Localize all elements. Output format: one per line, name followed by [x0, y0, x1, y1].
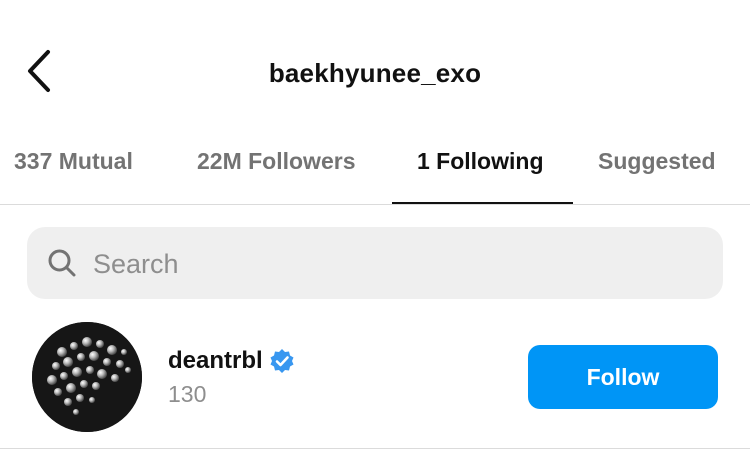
follow-button[interactable]: Follow	[528, 345, 718, 409]
profile-username-title: baekhyunee_exo	[268, 58, 482, 88]
list-item[interactable]: deantrbl 130 Follow	[0, 320, 750, 440]
user-subtext: 130	[168, 381, 207, 407]
verified-badge-icon	[270, 349, 294, 373]
username[interactable]: deantrbl	[168, 347, 263, 375]
avatar[interactable]	[32, 322, 142, 432]
list-divider	[0, 448, 750, 449]
tabs-divider	[0, 204, 750, 205]
username-line: deantrbl	[168, 347, 295, 375]
tab-suggested[interactable]: Suggested	[598, 148, 716, 175]
search-icon	[48, 249, 76, 277]
follow-tabs: 337 Mutual 22M Followers 1 Following Sug…	[0, 130, 750, 205]
tab-mutual[interactable]: 337 Mutual	[14, 148, 133, 175]
search-bar[interactable]	[27, 227, 723, 299]
avatar-image	[32, 322, 142, 432]
tab-followers[interactable]: 22M Followers	[197, 148, 355, 175]
header: baekhyunee_exo	[0, 0, 750, 130]
search-input[interactable]	[91, 243, 695, 285]
tab-following[interactable]: 1 Following	[417, 148, 544, 175]
